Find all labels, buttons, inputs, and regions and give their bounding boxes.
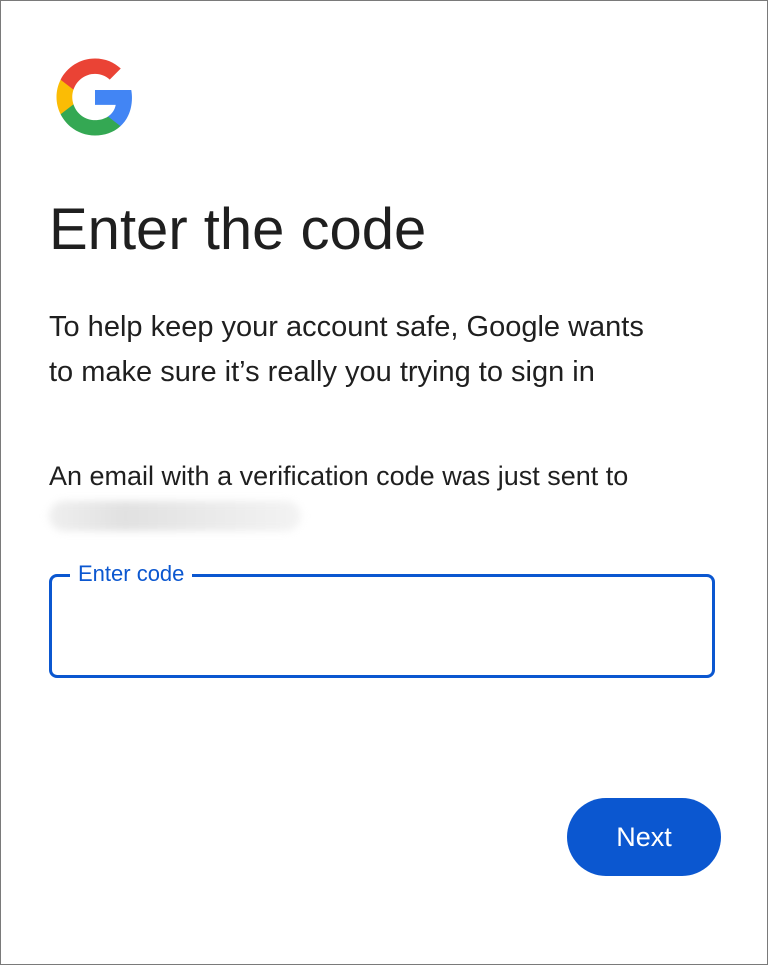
- verification-sent-text: An email with a verification code was ju…: [49, 461, 629, 491]
- signin-card: Enter the code To help keep your account…: [0, 0, 768, 965]
- intro-text: To help keep your account safe, Google w…: [49, 305, 739, 395]
- google-g-logo-icon: [56, 58, 132, 136]
- code-field[interactable]: Enter code: [49, 559, 715, 678]
- page-title: Enter the code: [49, 197, 427, 262]
- code-input[interactable]: [72, 607, 696, 659]
- next-button[interactable]: Next: [567, 798, 721, 876]
- code-field-label: Enter code: [70, 559, 193, 589]
- intro-line-1: To help keep your account safe, Google w…: [49, 311, 644, 343]
- redacted-email-address: [49, 501, 301, 531]
- intro-line-2: to make sure it’s really you trying to s…: [49, 356, 595, 388]
